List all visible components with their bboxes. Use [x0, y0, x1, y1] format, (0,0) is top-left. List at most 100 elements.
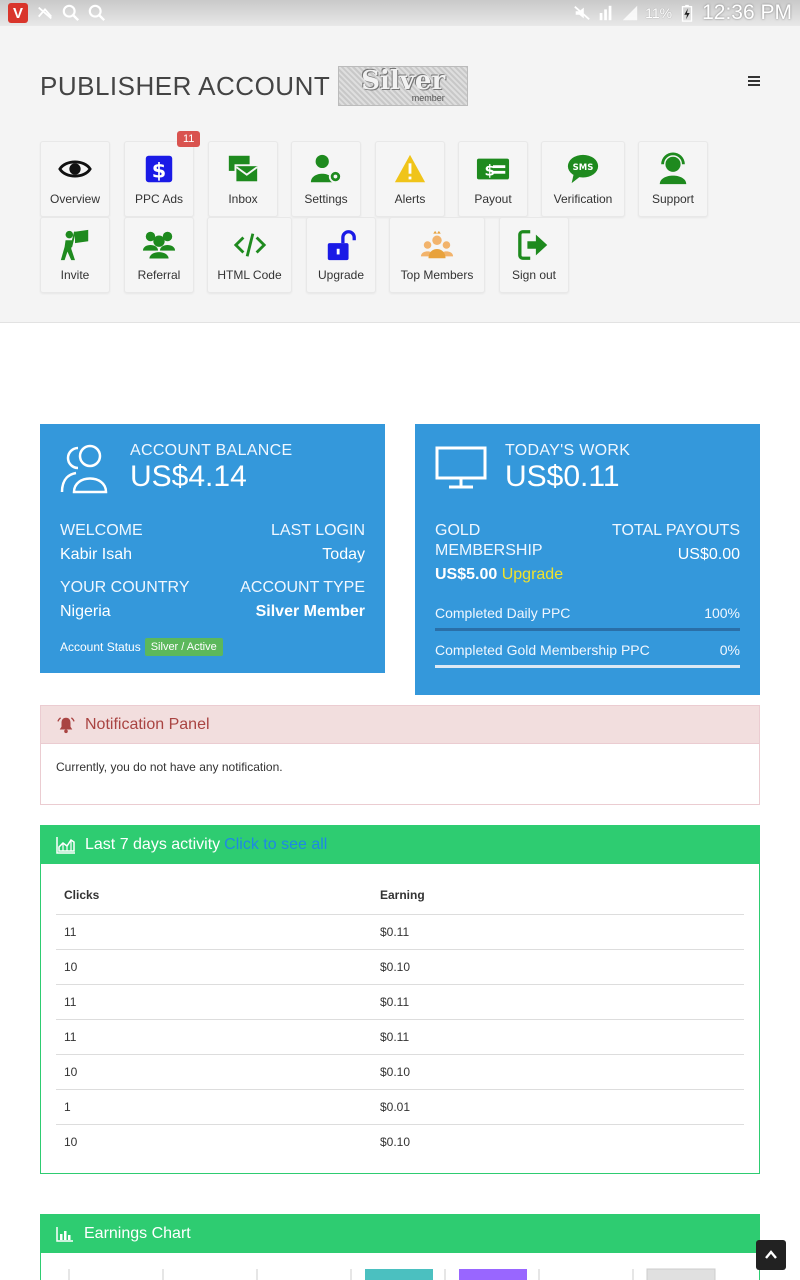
nav-html-code-label: HTML Code: [217, 268, 282, 282]
nav-invite[interactable]: Invite: [40, 217, 110, 293]
account-balance-box: ACCOUNT BALANCE US$4.14 WELCOME LAST LOG…: [40, 424, 385, 673]
clicks-cell: 10: [64, 1134, 78, 1149]
person-flag-icon: [60, 229, 89, 261]
nav-sign-out-label: Sign out: [511, 268, 557, 282]
gold-membership-label-line2: MEMBERSHIP: [435, 542, 543, 559]
welcome-value: Kabir Isah: [60, 546, 133, 563]
signal-icon: [622, 5, 638, 21]
table-row: 1 $0.01: [56, 1089, 744, 1125]
nav-html-code[interactable]: HTML Code: [207, 217, 292, 293]
earning-cell: $0.11: [372, 1019, 744, 1055]
see-all-link[interactable]: Click to see all: [224, 836, 327, 854]
gold-price-value: US$5.00: [435, 566, 498, 583]
clicks-column-header: Clicks: [56, 876, 372, 915]
account-type-label: ACCOUNT TYPE: [240, 579, 365, 596]
clicks-cell: 11: [56, 1019, 372, 1055]
badge-text: Silver: [361, 66, 446, 96]
nav-verification[interactable]: SMS Verification: [541, 141, 625, 217]
clock: 12:36 PM: [702, 1, 792, 24]
network-icon: [599, 5, 612, 21]
money-icon: $: [476, 158, 510, 180]
nav-top-members[interactable]: Top Members: [389, 217, 485, 293]
clicks-cell: 11: [56, 984, 372, 1020]
badge-subtext: member: [411, 93, 445, 103]
headset-icon: [659, 152, 687, 185]
code-icon: [233, 233, 266, 257]
account-status-label: Account Status: [60, 640, 141, 654]
nav-referral-label: Referral: [137, 268, 181, 282]
brand: PUBLISHER ACCOUNT Silver member: [40, 66, 469, 106]
nav-settings[interactable]: Settings: [291, 141, 361, 217]
chart-bar: [459, 1269, 527, 1280]
daily-ppc-progress-bar: [435, 628, 740, 631]
status-bar: V 11% 12:36 PM: [0, 0, 800, 26]
search-icon: [62, 4, 80, 22]
clicks-cell: 10: [56, 1054, 372, 1090]
app-notification-icon: V: [8, 3, 28, 23]
top-members-icon: [420, 230, 454, 259]
earnings-chart-title: Earnings Chart: [84, 1225, 191, 1242]
mute-icon: [574, 6, 590, 20]
daily-ppc-value: 100%: [704, 605, 740, 621]
nav-ppc-ads[interactable]: 11 $ PPC Ads: [124, 131, 201, 217]
gold-ppc-label: Completed Gold Membership PPC: [435, 642, 650, 658]
table-header-row: Clicks Earning: [56, 876, 744, 915]
earning-cell: $0.10: [372, 949, 744, 985]
daily-ppc-progress-fill: [435, 628, 740, 631]
monitor-icon: [435, 446, 487, 489]
todays-work-value: US$0.11: [505, 460, 620, 493]
gold-ppc-progress-bar: [435, 665, 740, 668]
nav-alerts[interactable]: Alerts: [375, 141, 445, 217]
bell-icon: [57, 716, 75, 733]
nav-top-members-label: Top Members: [400, 268, 474, 282]
nav-inbox-label: Inbox: [228, 192, 258, 206]
notification-panel: Notification Panel Currently, you do not…: [40, 705, 760, 805]
table-row: 11 $0.11: [56, 1019, 744, 1055]
nav-alerts-label: Alerts: [394, 192, 426, 206]
notification-panel-header: Notification Panel: [41, 706, 759, 744]
nav-sign-out[interactable]: Sign out: [499, 217, 569, 293]
svg-text:$: $: [152, 159, 166, 183]
eye-icon: [58, 160, 92, 178]
sign-out-icon: [518, 230, 548, 260]
earning-column-header: Earning: [372, 876, 744, 915]
table-row: 11 $0.11: [56, 984, 744, 1020]
nav-support-label: Support: [651, 192, 695, 206]
chevron-up-icon: [765, 1250, 777, 1259]
scroll-to-top-button[interactable]: [756, 1240, 786, 1270]
upgrade-link[interactable]: Upgrade: [502, 566, 563, 583]
account-balance-label: ACCOUNT BALANCE: [130, 442, 293, 459]
chart-bar: [646, 1268, 716, 1280]
publisher-header: PUBLISHER ACCOUNT Silver member Overview…: [0, 26, 800, 323]
last-login-value: Today: [322, 546, 365, 563]
silver-member-badge: Silver member: [338, 66, 469, 106]
bar-chart-icon: [56, 1227, 73, 1242]
clicks-cell: 10: [56, 949, 372, 985]
nav-support[interactable]: Support: [638, 141, 708, 217]
nav-upgrade[interactable]: Upgrade: [306, 217, 376, 293]
no-signal-icon: [38, 6, 52, 20]
account-type-value: Silver Member: [255, 603, 365, 620]
table-row: 10 $0.10: [56, 949, 744, 985]
nav-inbox[interactable]: Inbox: [208, 141, 278, 217]
menu-toggle-icon[interactable]: [748, 76, 760, 86]
nav-ppc-ads-label: PPC Ads: [134, 192, 184, 206]
user-gear-icon: [310, 154, 343, 184]
nav-referral[interactable]: Referral: [124, 217, 194, 293]
notification-panel-title: Notification Panel: [85, 715, 210, 733]
country-label: YOUR COUNTRY: [60, 579, 190, 596]
clicks-cell: 1: [56, 1089, 372, 1125]
todays-work-box: TODAY'S WORK US$0.11 GOLD MEMBERSHIP US$…: [415, 424, 760, 695]
nav-payout[interactable]: $ Payout: [458, 141, 528, 217]
nav-overview[interactable]: Overview: [40, 141, 110, 217]
earning-cell: $0.11: [372, 984, 744, 1020]
last-login-label: LAST LOGIN: [271, 522, 365, 539]
nav-upgrade-label: Upgrade: [317, 268, 365, 282]
todays-work-label: TODAY'S WORK: [505, 442, 631, 459]
activity-panel: Last 7 days activity Click to see all Cl…: [40, 825, 760, 1174]
table-row: 11 $0.11: [56, 914, 744, 950]
welcome-label: WELCOME: [60, 522, 143, 539]
users-icon: [142, 231, 176, 260]
earning-cell: $0.11: [372, 914, 744, 950]
area-chart-icon: [56, 837, 75, 854]
